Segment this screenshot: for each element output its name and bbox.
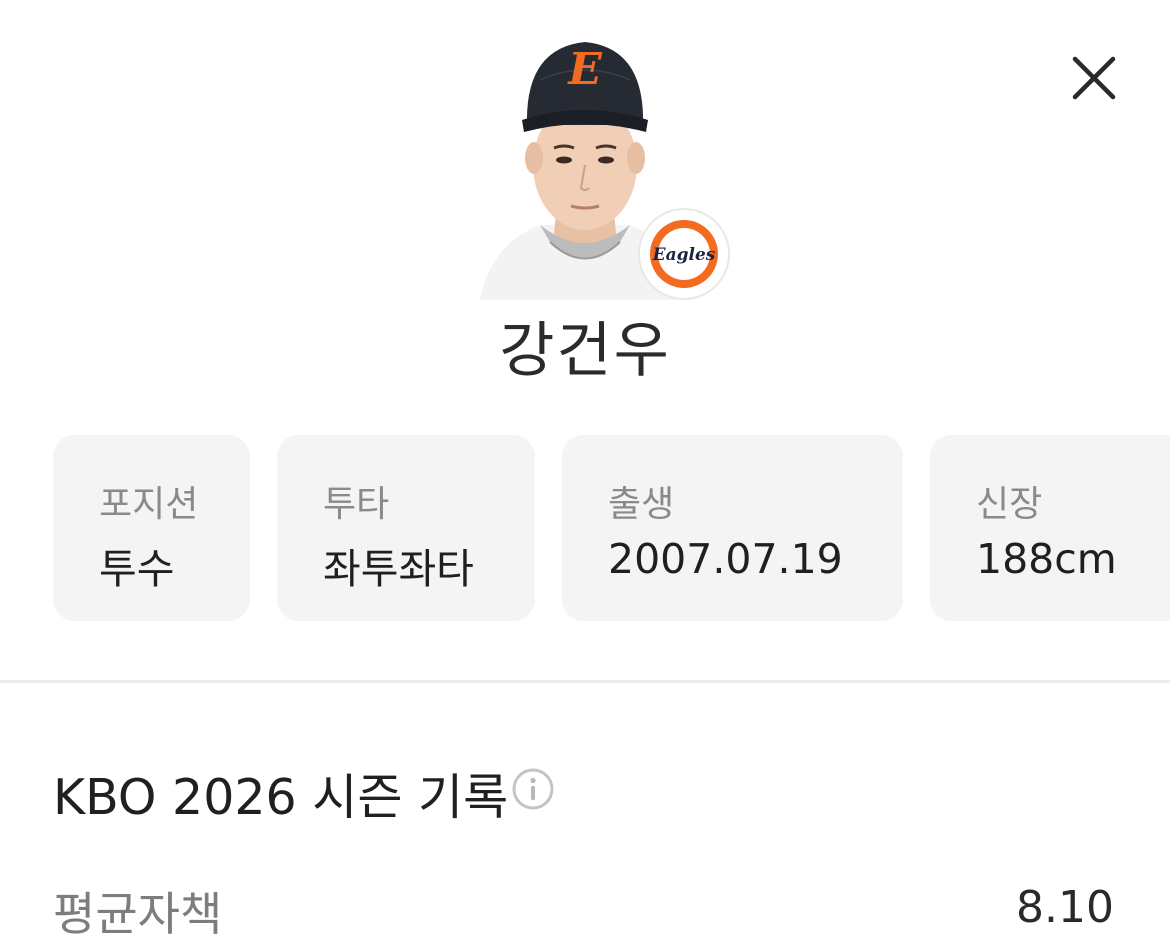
close-icon (1072, 56, 1116, 100)
player-name: 강건우 (499, 316, 671, 386)
season-record-title: KBO 2026 시즌 기록 (53, 769, 509, 826)
position-card: 포지션 투수 (53, 435, 250, 621)
info-button[interactable] (511, 767, 555, 811)
height-value: 188cm (976, 535, 1117, 583)
birth-card: 출생 2007.07.19 (562, 435, 903, 621)
birth-value: 2007.07.19 (608, 535, 843, 583)
era-label: 평균자책 (53, 887, 223, 941)
info-icon (512, 768, 554, 810)
era-value: 8.10 (1016, 882, 1114, 933)
player-profile-sheet: E Eagles 강건우 포지션 투수 투타 좌투좌타 출생 2007.07.1… (0, 0, 1170, 947)
svg-text:Eagles: Eagles (652, 245, 716, 265)
height-card: 신장 188cm (930, 435, 1170, 621)
throw-bat-card: 투타 좌투좌타 (277, 435, 535, 621)
height-label: 신장 (976, 484, 1043, 525)
birth-label: 출생 (608, 484, 675, 525)
position-label: 포지션 (99, 484, 199, 525)
throw-bat-label: 투타 (323, 484, 390, 525)
svg-text:E: E (566, 44, 603, 95)
section-divider (0, 680, 1170, 683)
eagles-logo-icon: Eagles (650, 220, 718, 288)
position-value: 투수 (99, 545, 175, 593)
close-button[interactable] (1064, 48, 1124, 108)
throw-bat-value: 좌투좌타 (323, 545, 474, 593)
team-logo: Eagles (640, 210, 728, 298)
